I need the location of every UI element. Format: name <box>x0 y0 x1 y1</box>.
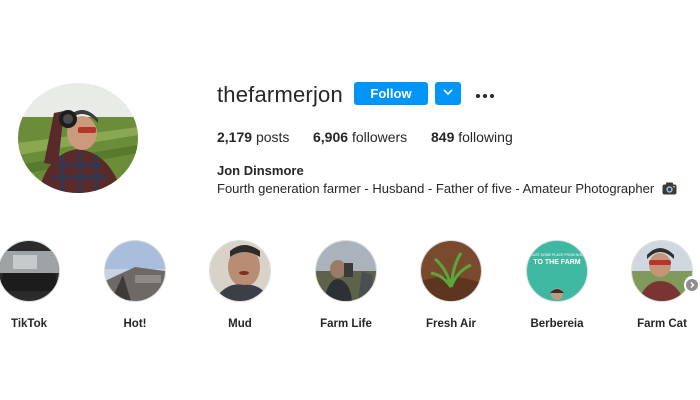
highlight-cover <box>104 240 166 302</box>
highlight-cover <box>315 240 377 302</box>
suggested-dropdown-button[interactable] <box>435 82 461 105</box>
posts-stat: 2,179 posts <box>217 129 289 145</box>
highlight-mud[interactable]: Mud <box>209 240 271 330</box>
posts-count: 2,179 <box>217 129 253 145</box>
posts-label: posts <box>255 129 290 145</box>
followers-count: 6,906 <box>313 129 349 145</box>
follow-button[interactable]: Follow <box>354 82 428 105</box>
highlight-label: Fresh Air <box>425 318 477 330</box>
profile-full-name: Jon Dinsmore <box>217 163 304 178</box>
followers-label: followers <box>351 129 408 145</box>
followers-link[interactable]: 6,906 followers <box>313 129 407 145</box>
highlight-label: Berbereia <box>530 318 584 330</box>
highlight-cover <box>420 240 482 302</box>
more-options-icon[interactable] <box>475 88 495 98</box>
highlight-label: Mud <box>228 318 252 330</box>
chevron-down-icon <box>443 89 453 96</box>
highlight-label: Farm Life <box>320 318 372 330</box>
highlight-farm-life[interactable]: Farm Life <box>315 240 377 330</box>
profile-bio: Fourth generation farmer - Husband - Fat… <box>217 181 677 198</box>
highlight-cover <box>209 240 271 302</box>
following-label: following <box>458 129 513 145</box>
profile-avatar[interactable] <box>18 83 138 193</box>
highlight-hot[interactable]: Hot! <box>104 240 166 330</box>
highlight-cover: JUST SOME PLACE FROM NOWHERE TO THE FARM <box>526 240 588 302</box>
highlight-berbereia[interactable]: JUST SOME PLACE FROM NOWHERE TO THE FARM… <box>526 240 588 330</box>
highlight-cover <box>0 240 60 302</box>
following-count: 849 <box>431 129 455 145</box>
highlight-label: Farm Cat <box>637 318 687 330</box>
highlight-fresh-air[interactable]: Fresh Air <box>420 240 482 330</box>
highlight-cover-caption-small: JUST SOME PLACE FROM NOWHERE <box>531 253 583 257</box>
bio-text: Fourth generation farmer - Husband - Fat… <box>217 181 655 196</box>
camera-icon <box>662 182 677 198</box>
highlight-label: TikTok <box>11 318 47 330</box>
following-link[interactable]: 849 following <box>431 129 513 145</box>
profile-username: thefarmerjon <box>217 82 343 107</box>
highlights-next-button[interactable] <box>684 276 700 294</box>
highlight-label: Hot! <box>123 318 147 330</box>
highlight-cover <box>631 240 693 302</box>
highlight-cover-caption: TO THE FARM <box>533 259 581 266</box>
highlight-tiktok[interactable]: TikTok <box>0 240 60 330</box>
chevron-right-icon <box>686 279 698 291</box>
